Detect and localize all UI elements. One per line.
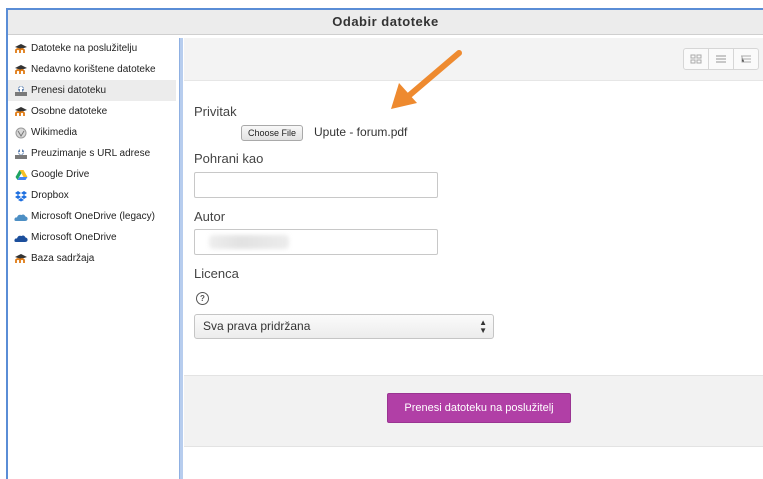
choose-file-button[interactable]: Choose File (241, 125, 304, 141)
license-label: Licenca (194, 266, 239, 281)
upload-file-button[interactable]: Prenesi datoteku na poslužitelj (387, 393, 571, 423)
repository-sidebar: Datoteke na poslužitelju Nedavno korište… (8, 38, 176, 479)
moodle-icon (14, 64, 28, 76)
wikimedia-icon (14, 127, 28, 139)
license-select[interactable]: Sva prava pridržana ▲ ▼ (194, 314, 494, 339)
save-as-label: Pohrani kao (194, 151, 264, 166)
google-drive-icon (14, 169, 28, 181)
sidebar-item-wikimedia[interactable]: Wikimedia (8, 122, 176, 143)
dialog-title: Odabir datoteke (8, 10, 763, 35)
save-as-input[interactable] (194, 172, 438, 198)
view-toolbar (184, 38, 763, 81)
sidebar-item-personal-files[interactable]: Osobne datoteke (8, 101, 176, 122)
list-icon (716, 55, 726, 63)
upload-icon (14, 85, 28, 97)
panel-resize-handle[interactable] (179, 38, 183, 479)
annotation-arrow-icon (391, 50, 462, 109)
selected-file-name: Upute - forum.pdf (314, 125, 408, 139)
sidebar-item-label: Datoteke na poslužitelju (31, 43, 138, 54)
list-view-button[interactable] (709, 49, 734, 69)
sidebar-item-upload-file[interactable]: Prenesi datoteku (8, 80, 176, 101)
select-arrows-icon: ▲ ▼ (479, 317, 487, 335)
tree-view-button[interactable] (734, 49, 758, 69)
sidebar-item-recent-files[interactable]: Nedavno korištene datoteke (8, 59, 176, 80)
sidebar-item-onedrive-legacy[interactable]: Microsoft OneDrive (legacy) (8, 206, 176, 227)
sidebar-item-dropbox[interactable]: Dropbox (8, 185, 176, 206)
form-footer: Prenesi datoteku na poslužitelj (184, 375, 763, 447)
dropbox-icon (14, 190, 28, 202)
sidebar-item-label: Microsoft OneDrive (31, 232, 117, 243)
sidebar-item-label: Preuzimanje s URL adrese (31, 148, 151, 159)
author-label: Autor (194, 209, 226, 224)
moodle-icon (14, 106, 28, 118)
sidebar-item-label: Osobne datoteke (31, 106, 108, 117)
sidebar-item-label: Baza sadržaja (31, 253, 95, 264)
moodle-icon (14, 253, 28, 265)
onedrive-icon (14, 232, 28, 244)
url-download-icon (14, 148, 28, 160)
sidebar-item-content-bank[interactable]: Baza sadržaja (8, 248, 176, 269)
attachment-label: Privitak (194, 104, 237, 119)
sidebar-item-label: Microsoft OneDrive (legacy) (31, 211, 155, 222)
sidebar-item-label: Nedavno korištene datoteke (31, 64, 156, 75)
moodle-icon (14, 43, 28, 55)
help-icon[interactable]: ? (196, 292, 209, 305)
author-input[interactable] (194, 229, 438, 255)
upload-panel: Privitak Choose File Upute - forum.pdf P… (184, 38, 763, 479)
view-mode-switcher (683, 48, 759, 70)
onedrive-legacy-icon (14, 211, 28, 223)
grid-icon (690, 54, 702, 64)
sidebar-item-label: Wikimedia (31, 127, 78, 138)
sidebar-item-server-files[interactable]: Datoteke na poslužitelju (8, 38, 176, 59)
sidebar-item-url-download[interactable]: Preuzimanje s URL adrese (8, 143, 176, 164)
sidebar-item-label: Google Drive (31, 169, 90, 180)
sidebar-item-label: Dropbox (31, 190, 69, 201)
sidebar-item-google-drive[interactable]: Google Drive (8, 164, 176, 185)
icon-view-button[interactable] (684, 49, 709, 69)
license-selected-value: Sva prava pridržana (203, 319, 311, 333)
sidebar-item-label: Prenesi datoteku (31, 85, 107, 96)
sidebar-item-onedrive[interactable]: Microsoft OneDrive (8, 227, 176, 248)
tree-icon (741, 55, 751, 63)
redacted-author-value (209, 235, 289, 249)
